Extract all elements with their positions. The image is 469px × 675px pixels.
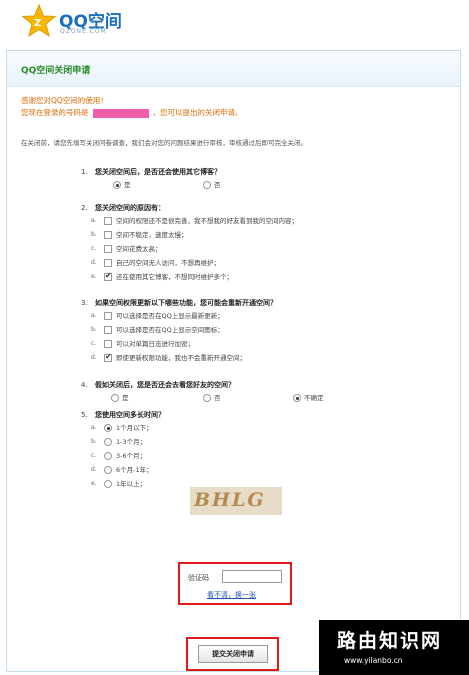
- checkbox[interactable]: [104, 352, 112, 362]
- account-line-prefix: 您现在登录的号码是: [21, 108, 89, 117]
- radio-button[interactable]: [293, 394, 301, 402]
- question-5: 5. 您使用空间多长时间？: [81, 411, 165, 419]
- radio-button[interactable]: [104, 466, 112, 474]
- radio-button[interactable]: [203, 181, 211, 189]
- svg-text:Z: Z: [34, 18, 41, 29]
- site-watermark: 路由知识网 www.yilanbo.cn: [319, 620, 469, 675]
- redacted-account-number: [92, 108, 149, 118]
- star-icon: Z: [22, 4, 56, 38]
- page-title: QQ空间关闭申请: [21, 66, 91, 76]
- question-3: 3. 如果空间权限更新以下哪些功能，您可能会重新开通空间？: [81, 299, 277, 307]
- captcha-image[interactable]: BHLG: [190, 487, 282, 515]
- radio-button[interactable]: [113, 181, 121, 189]
- verify-code-input[interactable]: [222, 570, 282, 583]
- checkbox[interactable]: [104, 217, 112, 225]
- account-line: 您现在登录的号码是 ，您可以提出的关闭申请。: [21, 107, 243, 118]
- question-2: 2. 您关闭空间的原因有：: [81, 204, 165, 212]
- question-1: 1. 您关闭空间后，是否还会使用其它博客？: [81, 168, 221, 176]
- radio-button[interactable]: [111, 394, 119, 402]
- checkbox[interactable]: [104, 340, 112, 348]
- checkbox[interactable]: [104, 259, 112, 267]
- radio-button[interactable]: [104, 424, 112, 432]
- account-line-suffix: ，您可以提出的关闭申请。: [152, 108, 243, 117]
- radio-button[interactable]: [104, 480, 112, 488]
- logo-subtitle: QZONE.COM: [60, 28, 107, 35]
- question-4: 4. 假如关闭后，您是否还会去看您好友的空间？: [81, 381, 235, 389]
- watermark-url: www.yilanbo.cn: [344, 656, 403, 665]
- captcha-text: BHLG: [194, 489, 266, 511]
- verify-code-label: 验证码: [188, 574, 209, 582]
- checkbox[interactable]: [104, 245, 112, 253]
- checkbox[interactable]: [104, 326, 112, 334]
- radio-button[interactable]: [104, 452, 112, 460]
- checkbox[interactable]: [104, 271, 112, 281]
- panel-header: QQ空间关闭申请: [7, 51, 460, 87]
- qzone-logo[interactable]: Z QQ空间 QZONE.COM: [22, 4, 142, 42]
- radio-button[interactable]: [104, 438, 112, 446]
- submit-close-request-button[interactable]: 提交关闭申请: [198, 645, 268, 663]
- checkbox[interactable]: [104, 312, 112, 320]
- checkbox[interactable]: [104, 231, 112, 239]
- refresh-captcha-link[interactable]: 看不清，换一张: [207, 590, 256, 600]
- thanks-message: 感谢您对QQ空间的使用！: [21, 96, 108, 105]
- radio-button[interactable]: [203, 394, 211, 402]
- intro-text: 在关闭前，请您先填写关闭问卷调查，我们会对您的问题结果进行审核，审核通过后即可完…: [21, 139, 307, 147]
- watermark-title: 路由知识网: [337, 630, 443, 652]
